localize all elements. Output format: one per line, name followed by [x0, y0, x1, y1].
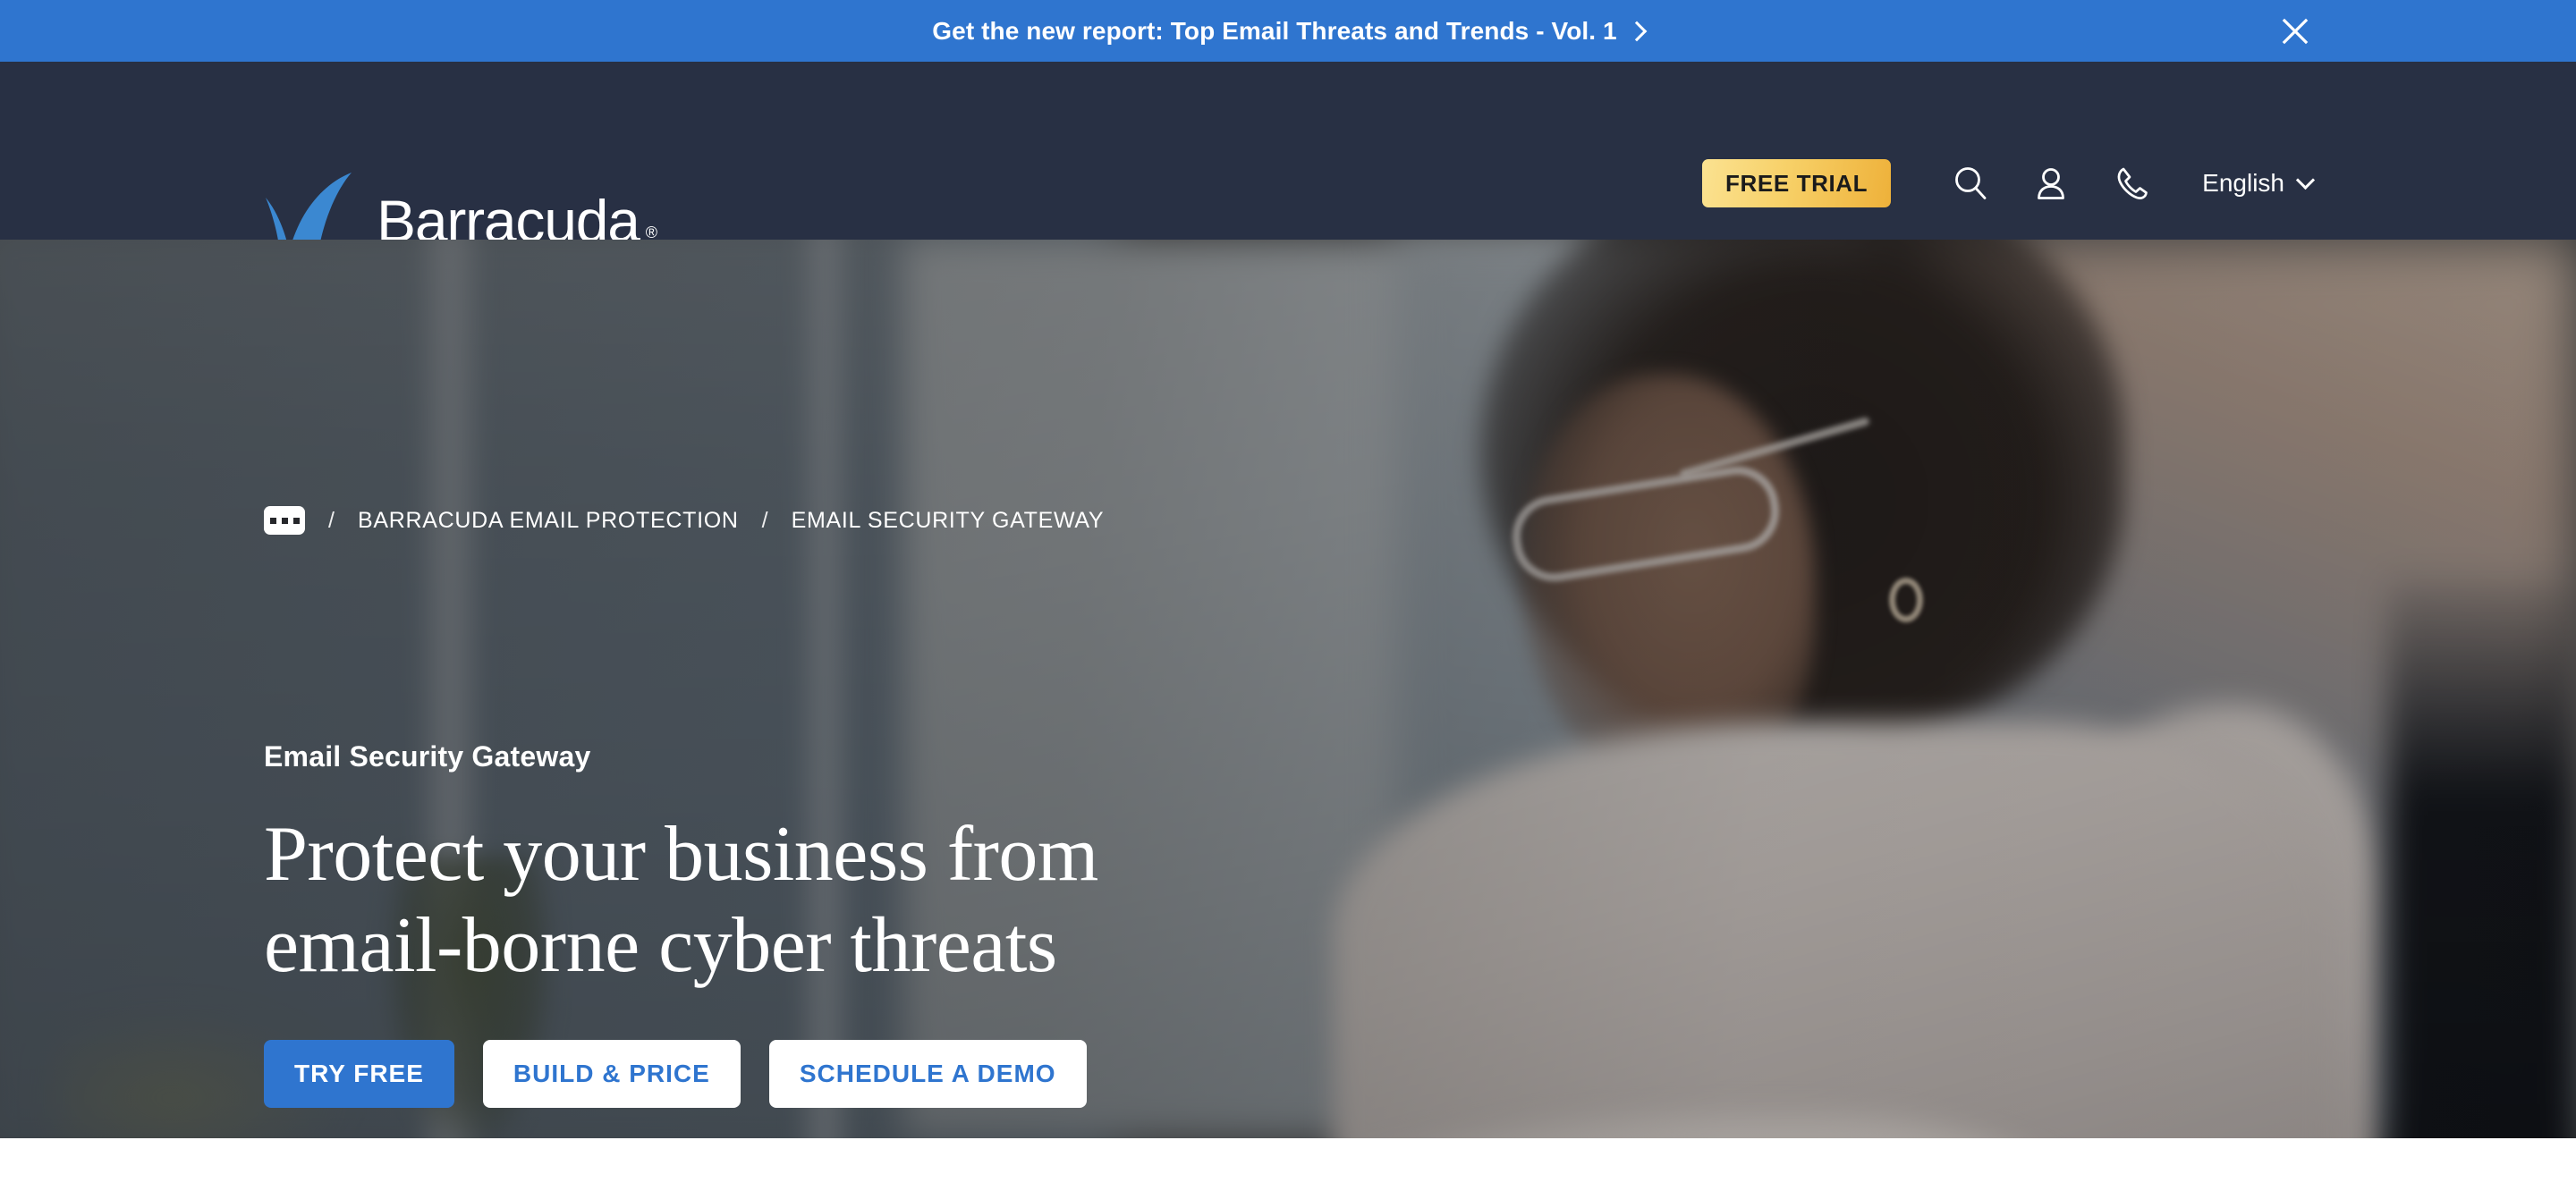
close-icon[interactable] [2278, 14, 2312, 48]
free-trial-button[interactable]: FREE TRIAL [1702, 159, 1892, 207]
hero-eyebrow: Email Security Gateway [264, 740, 591, 773]
hero-content: Email Security Gateway Protect your busi… [264, 740, 1098, 1109]
promo-banner: Get the new report: Top Email Threats an… [0, 0, 2576, 62]
hero-cta-group: TRY FREE BUILD & PRICE SCHEDULE A DEMO [264, 1040, 1098, 1109]
hero-section: / BARRACUDA EMAIL PROTECTION / EMAIL SEC… [0, 240, 2576, 1138]
chevron-right-icon [1626, 21, 1648, 42]
page-title: Protect your business from email-borne c… [264, 811, 1098, 990]
language-selected-label: English [2202, 169, 2284, 197]
breadcrumb-item-email-security-gateway: EMAIL SECURITY GATEWAY [791, 507, 1105, 533]
account-icon[interactable] [2023, 156, 2079, 211]
phone-icon[interactable] [2104, 156, 2159, 211]
breadcrumb: / BARRACUDA EMAIL PROTECTION / EMAIL SEC… [264, 506, 1104, 535]
page-body-below-hero [0, 1138, 2576, 1191]
promo-banner-text: Get the new report: Top Email Threats an… [932, 16, 1617, 45]
try-free-button[interactable]: TRY FREE [264, 1040, 454, 1109]
barracuda-fin-logo-icon [264, 171, 373, 248]
promo-banner-link[interactable]: Get the new report: Top Email Threats an… [932, 16, 1648, 46]
chevron-down-icon [2295, 170, 2316, 190]
breadcrumb-separator: / [328, 507, 335, 533]
build-and-price-button[interactable]: BUILD & PRICE [482, 1040, 741, 1109]
breadcrumb-item-barracuda-email-protection[interactable]: BARRACUDA EMAIL PROTECTION [358, 508, 739, 534]
search-icon[interactable] [1943, 156, 1998, 211]
site-header: Barracuda ® FREE TRIAL English [0, 62, 2576, 266]
header-utilities: FREE TRIAL English [1702, 156, 2316, 211]
ellipsis-menu-icon[interactable] [264, 506, 305, 535]
language-selector[interactable]: English [2202, 169, 2316, 198]
barracuda-logo[interactable]: Barracuda ® [264, 171, 657, 250]
schedule-a-demo-button[interactable]: SCHEDULE A DEMO [768, 1040, 1087, 1109]
breadcrumb-separator: / [761, 507, 768, 533]
